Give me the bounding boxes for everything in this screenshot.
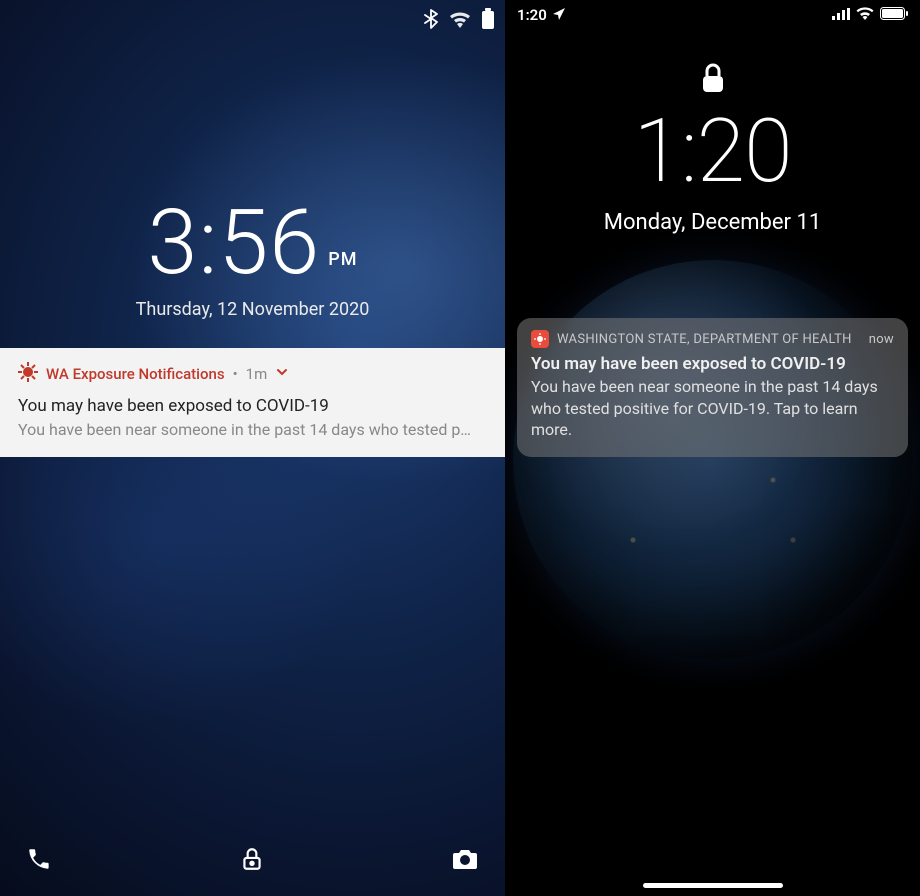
home-indicator[interactable] — [643, 883, 783, 888]
cellular-icon — [832, 6, 850, 24]
android-notification-title: You may have been exposed to COVID-19 — [18, 396, 487, 416]
chevron-down-icon[interactable] — [275, 365, 289, 383]
iphone-notification-body: You have been near someone in the past 1… — [531, 376, 894, 441]
android-date: Thursday, 12 November 2020 — [0, 299, 505, 320]
iphone-notification-app: WASHINGTON STATE, DEPARTMENT OF HEALTH — [557, 332, 861, 347]
android-notification-app: WA Exposure Notifications — [46, 365, 225, 383]
android-clock: 3:56 PM Thursday, 12 November 2020 — [0, 190, 505, 320]
wifi-icon — [449, 10, 471, 32]
lock-icon — [701, 62, 725, 98]
android-notification-body: You have been near someone in the past 1… — [18, 420, 487, 439]
android-notification-header: WA Exposure Notifications • 1m — [18, 362, 487, 386]
iphone-notification-age: now — [869, 332, 894, 347]
android-ampm: PM — [328, 249, 357, 270]
iphone-status-time: 1:20 — [517, 6, 547, 24]
iphone-notification-title: You may have been exposed to COVID-19 — [531, 354, 894, 374]
iphone-notification[interactable]: WASHINGTON STATE, DEPARTMENT OF HEALTH n… — [517, 318, 908, 457]
lock-icon[interactable] — [239, 846, 265, 876]
android-time: 3:56 — [148, 190, 321, 295]
battery-icon — [880, 6, 908, 24]
iphone-time: 1:20 — [505, 100, 920, 203]
android-lockscreen: 3:56 PM Thursday, 12 November 2020 WA Ex… — [0, 0, 505, 896]
location-icon — [553, 6, 565, 24]
iphone-statusbar: 1:20 — [505, 6, 920, 24]
android-notification[interactable]: WA Exposure Notifications • 1m You may h… — [0, 348, 505, 457]
phone-icon[interactable] — [26, 846, 52, 876]
wifi-icon — [856, 6, 874, 24]
android-bottom-bar — [0, 846, 505, 876]
iphone-notification-header: WASHINGTON STATE, DEPARTMENT OF HEALTH n… — [531, 330, 894, 348]
virus-icon — [18, 362, 38, 386]
camera-icon[interactable] — [451, 847, 479, 875]
dot-separator: • — [233, 365, 238, 383]
android-notification-age: 1m — [246, 365, 268, 383]
iphone-lockscreen: 1:20 1:20 Monday, December 11 WASHI — [505, 0, 920, 896]
app-icon — [531, 330, 549, 348]
iphone-date: Monday, December 11 — [505, 210, 920, 235]
bluetooth-icon — [423, 9, 439, 33]
android-statusbar — [423, 8, 495, 34]
battery-icon — [481, 8, 495, 34]
